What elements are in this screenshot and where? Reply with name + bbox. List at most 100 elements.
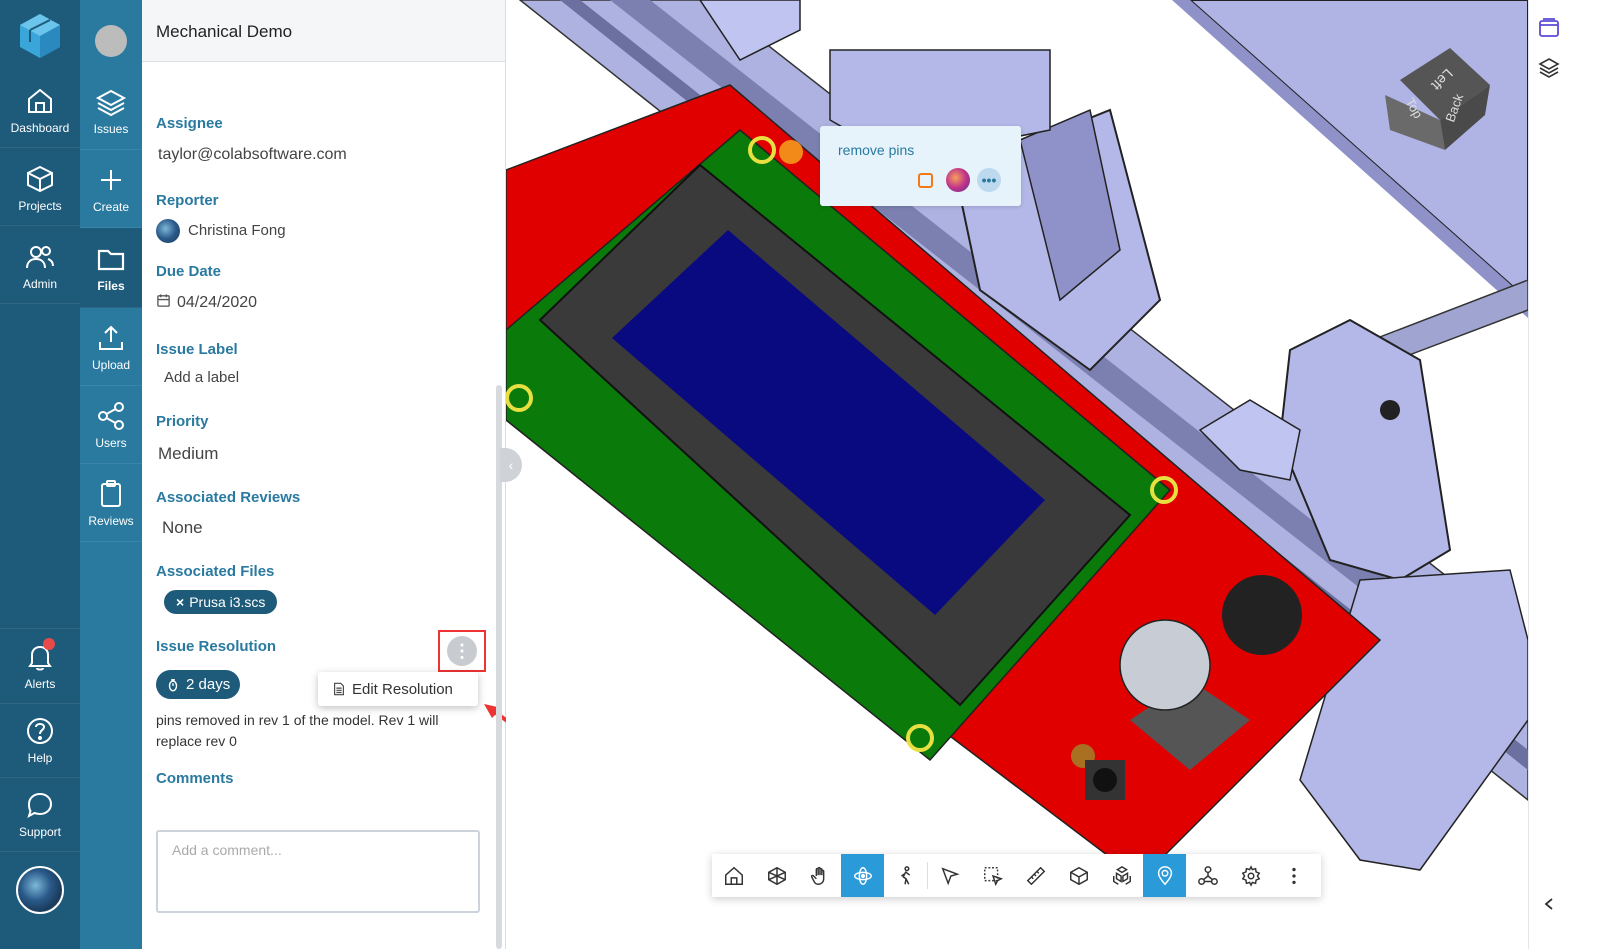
status-checkbox[interactable] bbox=[918, 173, 933, 188]
nav-projects[interactable]: Projects bbox=[0, 150, 80, 226]
nav-help[interactable]: Help bbox=[0, 702, 80, 778]
viewer-toolbar bbox=[712, 854, 1321, 897]
priority-value[interactable]: Medium bbox=[158, 444, 218, 464]
orbit-button[interactable] bbox=[841, 854, 884, 897]
model-tree-button[interactable] bbox=[1186, 854, 1229, 897]
more-options-button[interactable] bbox=[1272, 854, 1315, 897]
select-button[interactable] bbox=[928, 854, 971, 897]
issue-detail-panel: Mechanical Demo Assignee taylor@colabsof… bbox=[142, 0, 530, 949]
edit-resolution-label: Edit Resolution bbox=[352, 680, 453, 698]
bracket-hole bbox=[1380, 400, 1400, 420]
issue-marker-1[interactable] bbox=[779, 140, 803, 164]
nav-admin-label: Admin bbox=[22, 276, 57, 291]
window-icon[interactable] bbox=[1537, 16, 1561, 40]
reporter-label: Reporter bbox=[156, 192, 219, 209]
nav-reviews[interactable]: Reviews bbox=[80, 464, 142, 542]
calendar-icon bbox=[157, 294, 170, 307]
settings-button[interactable] bbox=[1229, 854, 1272, 897]
panel-header: Mechanical Demo bbox=[142, 0, 505, 62]
app-root: Dashboard Projects Admin Alerts Help Sup… bbox=[0, 0, 1600, 949]
more-icon bbox=[1291, 867, 1296, 884]
explode-button[interactable] bbox=[1100, 854, 1143, 897]
reporter-avatar bbox=[156, 219, 180, 243]
nav-upload-label: Upload bbox=[91, 357, 131, 372]
walk-icon bbox=[900, 865, 910, 885]
remove-file-icon[interactable]: × bbox=[176, 594, 184, 610]
box-icon bbox=[27, 165, 53, 192]
more-icon[interactable]: ••• bbox=[977, 168, 1001, 192]
orbit-box-button[interactable] bbox=[755, 854, 798, 897]
home-view-button[interactable] bbox=[712, 854, 755, 897]
nav-issues[interactable]: Issues bbox=[80, 72, 142, 150]
nav-support-label: Support bbox=[18, 824, 62, 839]
add-label-input[interactable]: Add a label bbox=[164, 369, 239, 386]
associated-reviews-value: None bbox=[162, 518, 203, 537]
nav-upload[interactable]: Upload bbox=[80, 308, 142, 386]
reset-button-cap bbox=[1093, 768, 1117, 792]
clipboard-icon bbox=[101, 479, 121, 507]
nav-dashboard-label: Dashboard bbox=[10, 120, 70, 135]
nav-create[interactable]: Create bbox=[80, 150, 142, 228]
issue-resolution-label: Issue Resolution bbox=[156, 638, 277, 655]
reporter-value: Christina Fong bbox=[156, 219, 286, 243]
pan-button[interactable] bbox=[798, 854, 841, 897]
edit-resolution-menu-item[interactable]: Edit Resolution bbox=[318, 672, 478, 706]
nav-alerts-label: Alerts bbox=[24, 677, 56, 691]
buzzer bbox=[1222, 575, 1302, 655]
resolution-duration-badge: 2 days bbox=[156, 670, 241, 699]
pin-icon bbox=[1157, 865, 1172, 885]
file-chip-label: Prusa i3.scs bbox=[189, 594, 266, 610]
nav-users[interactable]: Users bbox=[80, 386, 142, 464]
workspace-avatar[interactable] bbox=[95, 25, 127, 57]
tooltip-title: remove pins bbox=[838, 142, 915, 158]
markup-pin-button[interactable] bbox=[1143, 854, 1186, 897]
nav-support[interactable]: Support bbox=[0, 776, 80, 852]
tooltip-avatar bbox=[946, 168, 970, 192]
plus-icon bbox=[101, 169, 121, 190]
share-icon bbox=[98, 401, 124, 430]
user-avatar[interactable] bbox=[16, 866, 64, 914]
cube-button[interactable] bbox=[1057, 854, 1100, 897]
area-select-button[interactable] bbox=[971, 854, 1014, 897]
due-date-value[interactable]: 04/24/2020 bbox=[156, 293, 257, 312]
select-cursor-icon bbox=[940, 866, 960, 885]
file-chip[interactable]: × Prusa i3.scs bbox=[164, 590, 278, 614]
reporter-name: Christina Fong bbox=[188, 221, 286, 239]
issue-tooltip[interactable]: remove pins ••• bbox=[820, 126, 1021, 206]
nav-dashboard[interactable]: Dashboard bbox=[0, 72, 80, 148]
orbit-icon bbox=[853, 866, 872, 885]
resolution-text: pins removed in rev 1 of the model. Rev … bbox=[156, 712, 439, 749]
layers-icon[interactable] bbox=[1537, 56, 1561, 80]
associated-files-label: Associated Files bbox=[156, 563, 275, 580]
right-sidebar bbox=[1528, 0, 1600, 949]
knob bbox=[1119, 619, 1211, 711]
comment-input[interactable]: Add a comment... bbox=[156, 830, 480, 913]
area-select-icon bbox=[983, 866, 1003, 886]
users-icon bbox=[26, 245, 54, 268]
nav-files[interactable]: Files bbox=[80, 228, 142, 308]
chat-icon bbox=[27, 792, 53, 818]
gear-icon bbox=[1241, 864, 1260, 887]
measure-button[interactable] bbox=[1014, 854, 1057, 897]
issue-label-label: Issue Label bbox=[156, 341, 238, 358]
tree-icon bbox=[1197, 865, 1218, 885]
nav-files-label: Files bbox=[97, 278, 125, 293]
nav-create-label: Create bbox=[92, 199, 130, 214]
nav-alerts[interactable]: Alerts bbox=[0, 628, 80, 704]
due-date-text: 04/24/2020 bbox=[177, 294, 258, 311]
chevron-left-icon[interactable] bbox=[1541, 892, 1557, 916]
resolution-options-button[interactable]: ⋮ bbox=[438, 630, 486, 672]
associated-reviews-label: Associated Reviews bbox=[156, 489, 301, 506]
kebab-icon: ⋮ bbox=[447, 636, 477, 666]
colab-logo-icon[interactable] bbox=[12, 8, 68, 64]
assignee-label: Assignee bbox=[156, 115, 223, 132]
assignee-value[interactable]: taylor@colabsoftware.com bbox=[158, 146, 347, 164]
alert-badge bbox=[43, 638, 55, 650]
hand-pan-icon bbox=[810, 866, 824, 885]
walk-button[interactable] bbox=[884, 854, 927, 897]
ruler-icon bbox=[1026, 866, 1045, 885]
nav-admin[interactable]: Admin bbox=[0, 228, 80, 304]
priority-label: Priority bbox=[156, 413, 209, 430]
comments-label: Comments bbox=[156, 770, 234, 787]
cube-icon bbox=[1069, 866, 1088, 885]
